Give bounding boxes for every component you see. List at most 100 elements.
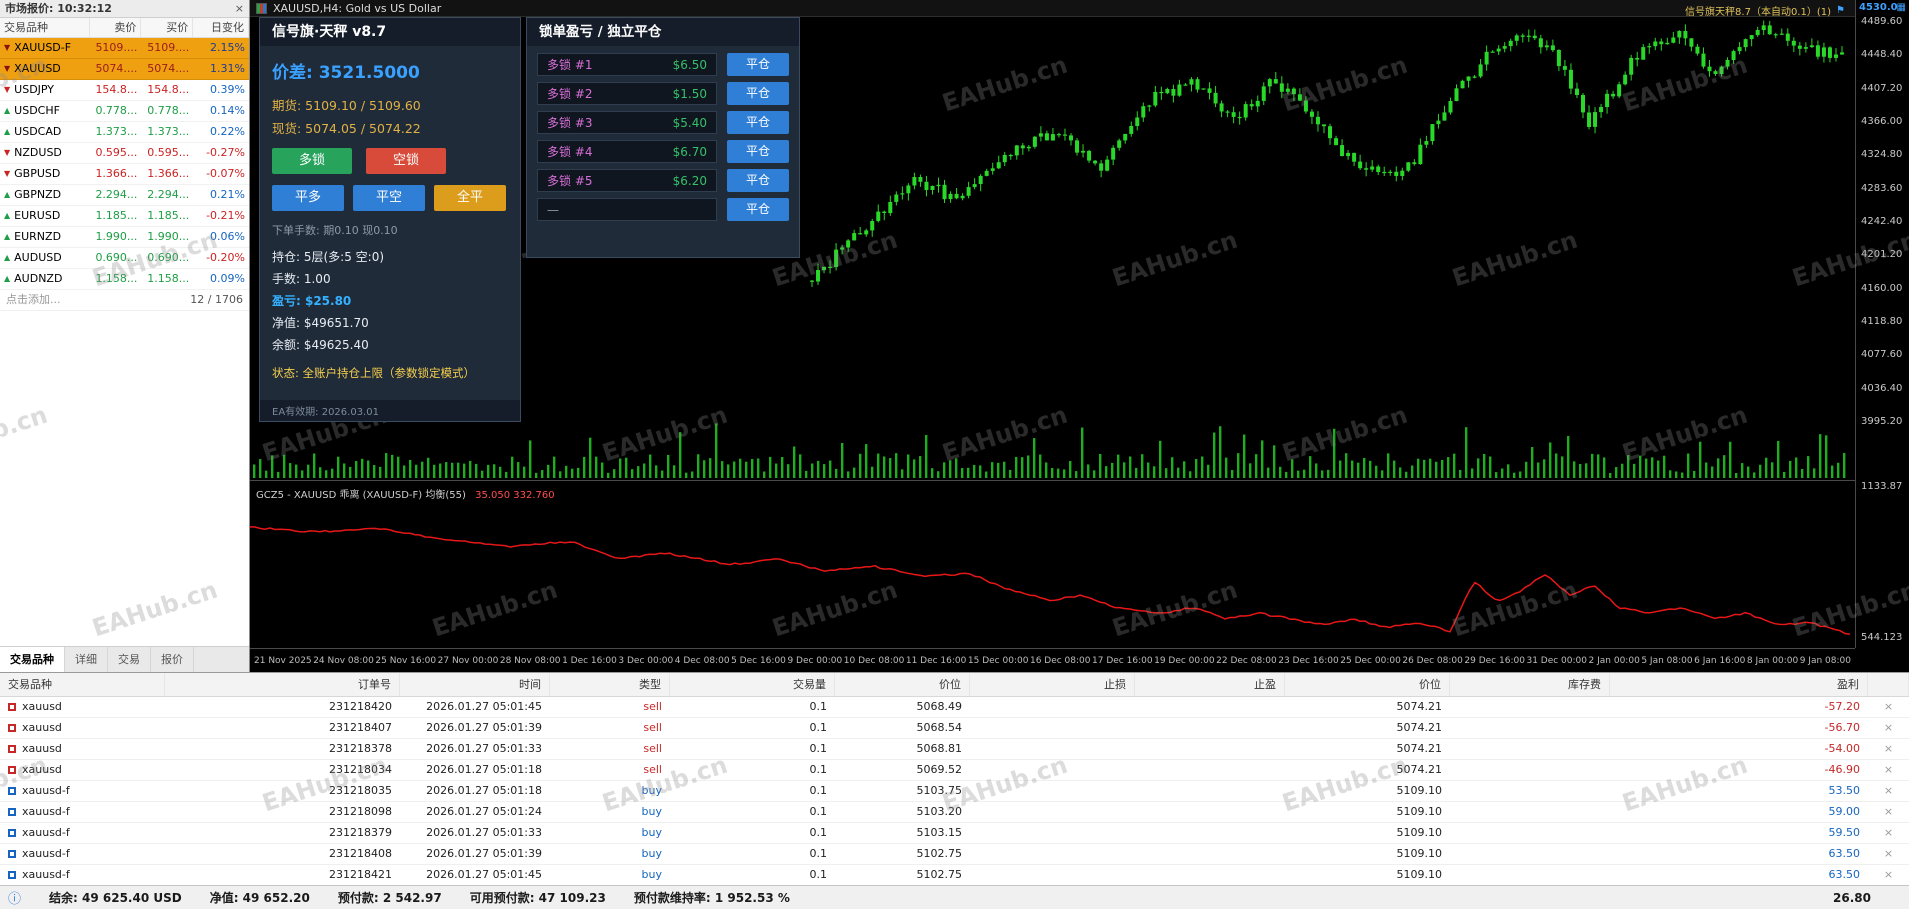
lock-order-label: 多锁 #4 [547,145,593,159]
time-cell: 2026.01.27 05:01:45 [426,700,542,713]
tab-交易[interactable]: 交易 [108,647,151,672]
close-position-button[interactable]: × [1868,760,1909,780]
ea-panel-title: 信号旗·天秤 v8.7 [260,18,520,46]
close-lock-button[interactable]: 平仓 [727,198,789,221]
column-header[interactable]: 订单号 [165,673,400,696]
trade-position-row[interactable]: xauusd 231218378 2026.01.27 05:01:33 sell 0.… [0,739,1909,760]
time-cell: 2026.01.27 05:01:45 [426,868,542,881]
tick-up-icon: ▲ [4,232,11,241]
symbol-label: USDCHF [14,104,60,117]
market-watch-row[interactable]: ▲ EURNZD 1.990... 1.990... 0.06% [0,227,249,248]
price-axis-label: 4324.80 [1861,149,1903,161]
close-position-button[interactable]: × [1868,865,1909,885]
trade-position-row[interactable]: xauusd 231218407 2026.01.27 05:01:39 sell 0.… [0,718,1909,739]
column-header[interactable]: 价位 [1285,673,1450,696]
close-position-button[interactable]: × [1868,718,1909,738]
trade-position-row[interactable]: xauusd-f 231218035 2026.01.27 05:01:18 buy 0… [0,781,1909,802]
column-header[interactable]: 日变化 [193,18,249,37]
column-header[interactable]: 交易品种 [0,673,165,696]
market-watch-row[interactable]: ▲ EURUSD 1.185... 1.185... -0.21% [0,206,249,227]
market-watch-row[interactable]: ▼ USDJPY 154.8... 154.8... 0.39% [0,80,249,101]
total-profit: 26.80 [1833,890,1871,905]
close-position-button[interactable]: × [1868,739,1909,759]
trade-position-row[interactable]: xauusd-f 231218408 2026.01.27 05:01:39 buy 0… [0,844,1909,865]
trade-position-row[interactable]: xauusd-f 231218421 2026.01.27 05:01:45 buy 0… [0,865,1909,886]
ask-cell: 1.373... [147,125,190,138]
daily-change-cell: 2.15% [210,41,245,54]
close-lock-button[interactable]: 平仓 [727,140,789,163]
close-lock-button[interactable]: 平仓 [727,111,789,134]
column-header[interactable]: 价位 [835,673,970,696]
close-all-button[interactable]: 全平 [434,185,506,211]
close-position-button[interactable]: × [1868,781,1909,801]
daily-change-cell: 0.39% [210,83,245,96]
bid-cell: 1.185... [95,209,138,222]
add-symbol-button[interactable]: 点击添加... [6,290,61,310]
tab-报价[interactable]: 报价 [151,647,194,672]
symbol-cell: ▼ NZDUSD [0,143,90,163]
lock-order-profit: $6.20 [672,173,707,188]
market-watch-row[interactable]: ▲ USDCHF 0.778... 0.778... 0.14% [0,101,249,122]
close-icon[interactable]: × [235,0,244,17]
long-lock-button[interactable]: 多锁 [272,148,352,174]
price-axis[interactable]: 4530.0 ▦ 4489.60 4448.40 4407.20 4366.00 432… [1855,0,1909,648]
buy-position-icon [8,808,16,816]
close-position-button[interactable]: × [1868,697,1909,717]
short-lock-button[interactable]: 空锁 [366,148,446,174]
tick-down-icon: ▼ [4,43,11,52]
swap-cell [1450,823,1610,843]
time-axis-label: 27 Nov 00:00 [437,655,499,666]
daily-change-cell: -0.21% [206,209,245,222]
close-long-button[interactable]: 平多 [272,185,344,211]
column-header[interactable]: 止损 [970,673,1135,696]
trade-position-row[interactable]: xauusd 231218420 2026.01.27 05:01:45 sell 0.… [0,697,1909,718]
market-watch-row[interactable]: ▲ GBPNZD 2.294... 2.294... 0.21% [0,185,249,206]
market-watch-row[interactable]: ▲ AUDUSD 0.690... 0.690... -0.20% [0,248,249,269]
close-position-button[interactable]: × [1868,844,1909,864]
tab-详细[interactable]: 详细 [65,647,108,672]
time-axis-label: 19 Dec 00:00 [1154,655,1215,666]
column-header[interactable]: 交易量 [670,673,835,696]
column-header[interactable]: 买价 [141,18,194,37]
trade-position-row[interactable]: xauusd-f 231218098 2026.01.27 05:01:24 buy 0… [0,802,1909,823]
column-header[interactable]: 时间 [400,673,550,696]
market-watch-row[interactable]: ▼ XAUUSD 5074.... 5074.... 1.31% [0,59,249,80]
close-position-button[interactable]: × [1868,823,1909,843]
market-watch-row[interactable]: ▼ NZDUSD 0.595... 0.595... -0.27% [0,143,249,164]
indicator-subwindow[interactable]: GCZ5 - XAUUSD 乖离 (XAUUSD-F) 均衡(55) 35.05… [250,480,1855,648]
column-header[interactable]: 卖价 [90,18,142,37]
symbol-cell: ▲ EURUSD [0,206,90,226]
sl-cell [970,760,1135,780]
column-header[interactable]: 交易品种 [0,18,90,37]
sell-position-icon [8,703,16,711]
bid-cell: 0.690... [95,251,138,264]
column-header[interactable]: 止盈 [1135,673,1285,696]
tab-交易品种[interactable]: 交易品种 [0,647,65,672]
lock-order-box: — [537,198,717,221]
close-short-button[interactable]: 平空 [353,185,425,211]
close-lock-button[interactable]: 平仓 [727,53,789,76]
column-header[interactable]: 盈利 [1610,673,1868,696]
lock-row: 多锁 #2 $1.50 平仓 [527,79,799,108]
spread-value: 价差: 3521.5000 [272,63,420,83]
time-axis[interactable]: 21 Nov 2025 24 Nov 08:00 25 Nov 16:00 27 No… [250,648,1855,672]
market-watch-row[interactable]: ▼ XAUUSD-F 5109.... 5109.... 2.15% [0,38,249,59]
market-watch-row[interactable]: ▼ GBPUSD 1.366... 1.366... -0.07% [0,164,249,185]
market-watch-row[interactable]: ▲ AUDNZD 1.158... 1.158... 0.09% [0,269,249,290]
column-header[interactable]: 库存费 [1450,673,1610,696]
market-watch-footer: 点击添加... 12 / 1706 [0,290,249,311]
market-watch-row[interactable]: ▲ USDCAD 1.373... 1.373... 0.22% [0,122,249,143]
sell-position-icon [8,766,16,774]
time-axis-label: 23 Dec 16:00 [1278,655,1339,666]
price2-cell: 5074.21 [1396,763,1443,776]
trade-position-row[interactable]: xauusd-f 231218379 2026.01.27 05:01:33 buy 0… [0,823,1909,844]
close-lock-button[interactable]: 平仓 [727,169,789,192]
close-position-button[interactable]: × [1868,802,1909,822]
axis-settings-icon[interactable]: ▦ [1897,2,1906,13]
close-lock-button[interactable]: 平仓 [727,82,789,105]
symbol-count: 12 / 1706 [190,293,243,306]
column-header[interactable]: 类型 [550,673,670,696]
ask-cell: 5109.... [147,41,190,54]
symbol-cell: ▲ AUDNZD [0,269,90,289]
trade-position-row[interactable]: xauusd 231218034 2026.01.27 05:01:18 sell 0.… [0,760,1909,781]
